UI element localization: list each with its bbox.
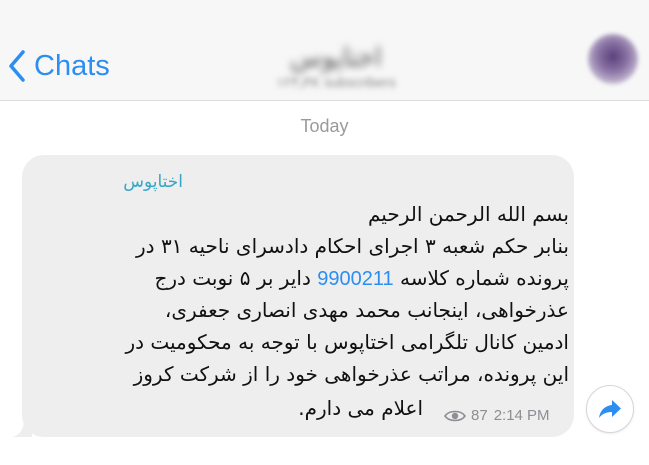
chevron-left-icon xyxy=(9,50,25,82)
avatar[interactable] xyxy=(588,34,638,84)
message-channel-name[interactable]: اختاپوس xyxy=(123,172,183,192)
message-line-5: ادمین کانال تلگرامی اختاپوس با توجه به م… xyxy=(125,330,569,354)
case-number-link[interactable]: 9900211 xyxy=(317,268,393,290)
channel-title: اختاپوس xyxy=(290,42,382,72)
message-line-1: بسم الله الرحمن الرحیم xyxy=(367,202,569,226)
share-arrow-icon xyxy=(599,400,621,418)
share-button[interactable] xyxy=(586,385,634,433)
message-time: 2:14 PM xyxy=(493,407,550,424)
channel-subtitle: ۱۲۳٫۴K subscribers xyxy=(276,74,396,90)
message-text: دایر بر ۵ نوبت درج xyxy=(154,266,311,290)
message-line-7: اعلام می دارم. xyxy=(298,396,423,420)
back-label: Chats xyxy=(34,49,110,82)
date-separator: Today xyxy=(300,116,349,136)
eye-icon xyxy=(444,410,466,421)
message-line-4: عذرخواهی، اینجانب محمد مهدی انصاری جعفری… xyxy=(164,298,569,322)
message-line-2: بنابر حکم شعبه ۳ اجرای احکام دادسرای ناح… xyxy=(136,234,569,258)
navigation-bar: Chats اختاپوس ۱۲۳٫۴K subscribers xyxy=(0,0,649,101)
view-count: 87 xyxy=(471,407,488,424)
message-bubble[interactable] xyxy=(22,155,574,437)
message-line-6: این پرونده، مراتب عذرخواهی خود را از شرک… xyxy=(133,362,569,386)
message-text: پرونده شماره کلاسه xyxy=(399,266,569,290)
back-button[interactable]: Chats xyxy=(8,44,110,88)
channel-header-title[interactable]: اختاپوس ۱۲۳٫۴K subscribers xyxy=(236,44,436,90)
message-line-3: پرونده شماره کلاسه 9900211 دایر بر ۵ نوب… xyxy=(154,266,569,291)
message-meta: 87 2:14 PM xyxy=(444,407,550,424)
